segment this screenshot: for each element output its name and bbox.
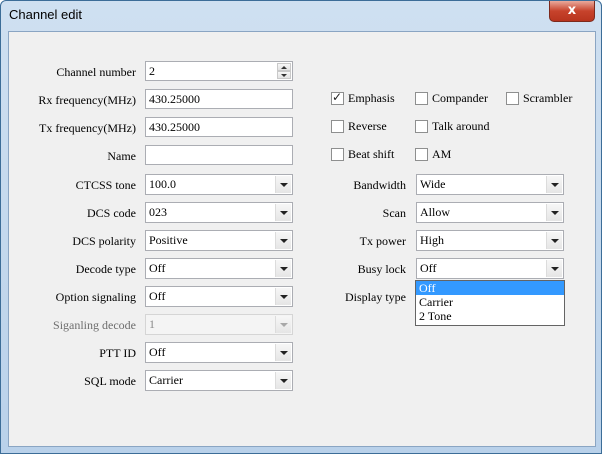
decode-type-label: Decode type (75, 262, 136, 276)
talk-around-label: Talk around (432, 119, 490, 133)
ctcss-tone-select[interactable]: 100.0 (145, 174, 293, 195)
am-label: AM (432, 147, 452, 161)
chevron-down-icon (275, 316, 291, 333)
dcs-code-value: 023 (149, 205, 167, 219)
chevron-down-icon[interactable] (275, 372, 291, 389)
checkbox-box[interactable] (415, 148, 428, 161)
dcs-code-label: DCS code (87, 206, 136, 220)
chevron-down-icon[interactable] (546, 204, 562, 221)
spin-up-icon[interactable] (277, 63, 291, 71)
channel-number-label: Channel number (56, 65, 136, 79)
chevron-down-icon[interactable] (275, 288, 291, 305)
tx-frequency-input[interactable]: 430.25000 (145, 117, 293, 137)
bandwidth-label: Bandwidth (353, 178, 406, 192)
reverse-label: Reverse (348, 119, 387, 133)
emphasis-label: Emphasis (348, 91, 395, 105)
decode-type-value: Off (149, 261, 166, 275)
chevron-down-icon[interactable] (275, 344, 291, 361)
chevron-down-icon[interactable] (275, 204, 291, 221)
ptt-id-value: Off (149, 345, 166, 359)
tx-power-value: High (420, 233, 444, 247)
option-signaling-label: Option signaling (55, 290, 136, 304)
scrambler-label: Scrambler (523, 91, 573, 105)
close-button[interactable]: x (549, 1, 595, 22)
window-title: Channel edit (9, 7, 82, 22)
checkbox-box[interactable] (415, 120, 428, 133)
name-input[interactable] (145, 145, 293, 165)
checkbox-box[interactable] (415, 92, 428, 105)
display-type-label: Display type (345, 290, 406, 304)
busy-lock-select[interactable]: Off (416, 258, 564, 279)
rx-frequency-label: Rx frequency(MHz) (38, 93, 136, 107)
ctcss-tone-value: 100.0 (149, 177, 176, 191)
tx-power-label: Tx power (359, 234, 406, 248)
scan-value: Allow (420, 205, 450, 219)
channel-number-spinner[interactable] (277, 63, 291, 79)
chevron-down-icon[interactable] (275, 260, 291, 277)
signaling-decode-select: 1 (145, 314, 293, 335)
sql-mode-select[interactable]: Carrier (145, 370, 293, 391)
chevron-down-icon[interactable] (546, 260, 562, 277)
dropdown-option[interactable]: 2 Tone (416, 309, 564, 323)
name-label: Name (107, 149, 136, 163)
title-bar[interactable]: Channel edit x (1, 1, 601, 31)
checkmark-icon: ✓ (332, 90, 343, 104)
spin-down-icon[interactable] (277, 71, 291, 79)
ptt-id-select[interactable]: Off (145, 342, 293, 363)
channel-number-spinbox[interactable]: 2 (145, 61, 293, 81)
dcs-polarity-value: Positive (149, 233, 188, 247)
bandwidth-select[interactable]: Wide (416, 174, 564, 195)
sql-mode-label: SQL mode (84, 374, 136, 388)
dcs-code-select[interactable]: 023 (145, 202, 293, 223)
chevron-down-icon[interactable] (546, 176, 562, 193)
checkbox-box[interactable] (331, 148, 344, 161)
option-signaling-select[interactable]: Off (145, 286, 293, 307)
tx-frequency-label: Tx frequency(MHz) (39, 121, 136, 135)
busy-lock-dropdown-list[interactable]: Off Carrier 2 Tone (415, 280, 565, 326)
rx-frequency-input[interactable]: 430.25000 (145, 89, 293, 109)
decode-type-select[interactable]: Off (145, 258, 293, 279)
checkbox-box[interactable]: ✓ (331, 90, 344, 105)
ctcss-tone-label: CTCSS tone (75, 178, 136, 192)
chevron-down-icon[interactable] (275, 232, 291, 249)
checkbox-box[interactable] (506, 92, 519, 105)
signaling-decode-label: Siganling decode (53, 318, 136, 332)
tx-power-select[interactable]: High (416, 230, 564, 251)
dropdown-option[interactable]: Off (416, 281, 564, 295)
beat-shift-label: Beat shift (348, 147, 395, 161)
channel-number-value: 2 (149, 64, 155, 78)
dcs-polarity-select[interactable]: Positive (145, 230, 293, 251)
scan-label: Scan (382, 206, 406, 220)
dropdown-option[interactable]: Carrier (416, 295, 564, 309)
busy-lock-label: Busy lock (357, 262, 406, 276)
option-signaling-value: Off (149, 289, 166, 303)
sql-mode-value: Carrier (149, 373, 183, 387)
compander-label: Compander (432, 91, 488, 105)
ptt-id-label: PTT ID (99, 346, 136, 360)
chevron-down-icon[interactable] (546, 232, 562, 249)
checkbox-box[interactable] (331, 120, 344, 133)
chevron-down-icon[interactable] (275, 176, 291, 193)
scan-select[interactable]: Allow (416, 202, 564, 223)
signaling-decode-value: 1 (149, 317, 155, 331)
dcs-polarity-label: DCS polarity (72, 234, 136, 248)
bandwidth-value: Wide (420, 177, 446, 191)
busy-lock-value: Off (420, 261, 437, 275)
close-icon: x (567, 3, 577, 18)
